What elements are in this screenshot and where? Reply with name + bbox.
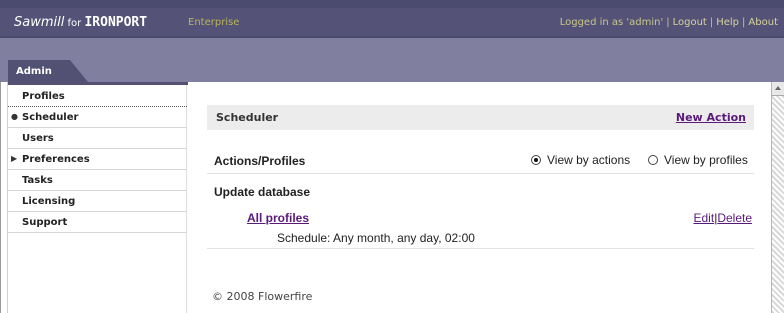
- brand-ironport: IRONPORT: [84, 15, 148, 30]
- copyright: © 2008 Flowerfire: [212, 290, 313, 303]
- sidebar-item-label: Profiles: [22, 91, 65, 102]
- brand-sawmill: Sawmill: [14, 15, 65, 30]
- sidebar-item-label: Preferences: [22, 154, 90, 165]
- sidebar-item-support[interactable]: Support: [8, 212, 187, 233]
- all-profiles-link[interactable]: All profiles: [247, 211, 309, 225]
- sidebar-item-label: Users: [22, 133, 54, 144]
- edit-delete-links: Edit|Delete: [694, 211, 753, 225]
- divider: [207, 248, 754, 249]
- tab-admin-label: Admin: [16, 66, 52, 77]
- expand-arrow-icon[interactable]: ▶: [11, 154, 17, 163]
- schedule-text: Schedule: Any month, any day, 02:00: [277, 231, 475, 245]
- view-by-profiles-option[interactable]: View by profiles: [648, 153, 748, 167]
- sidebar-item-label: Licensing: [22, 196, 76, 207]
- actions-profiles-row: Actions/Profiles View by actions View by…: [207, 152, 754, 174]
- separator: |: [742, 17, 746, 28]
- edition-label: Enterprise: [188, 17, 240, 28]
- view-by-actions-option[interactable]: View by actions: [531, 153, 630, 167]
- logged-in-text: Logged in as 'admin': [559, 17, 664, 28]
- nav-band: [0, 38, 784, 82]
- sidebar: Profiles ● Scheduler Users ▶ Preferences…: [7, 82, 188, 313]
- sidebar-item-scheduler[interactable]: ● Scheduler: [8, 107, 187, 128]
- view-by-profiles-label: View by profiles: [664, 153, 748, 167]
- view-by-actions-label: View by actions: [547, 153, 631, 167]
- radio-view-by-actions[interactable]: [531, 155, 541, 165]
- about-link[interactable]: About: [748, 17, 778, 28]
- new-action-link[interactable]: New Action: [676, 111, 746, 124]
- separator: |: [709, 17, 714, 28]
- user-bar: Logged in as 'admin' | Logout | Help | About: [560, 17, 778, 28]
- sidebar-item-licensing[interactable]: Licensing: [8, 191, 187, 212]
- separator: |: [666, 17, 670, 28]
- sidebar-top-line: [8, 82, 188, 85]
- page-title: Scheduler: [216, 111, 279, 124]
- action-name: Update database: [214, 185, 311, 199]
- logout-link[interactable]: Logout: [673, 17, 707, 28]
- sidebar-item-label: Scheduler: [22, 112, 79, 123]
- sidebar-item-profiles[interactable]: Profiles: [8, 86, 187, 107]
- bullet-icon: ●: [11, 112, 18, 121]
- brand-logo: Sawmill for IRONPORT: [14, 15, 147, 30]
- sidebar-item-users[interactable]: Users: [8, 128, 187, 149]
- radio-view-by-profiles[interactable]: [648, 155, 658, 165]
- actions-profiles-label: Actions/Profiles: [214, 154, 306, 168]
- scheduler-header: Scheduler New Action: [207, 105, 754, 130]
- brand-for: for: [64, 18, 85, 29]
- sidebar-item-label: Support: [22, 217, 68, 228]
- help-link[interactable]: Help: [716, 17, 739, 28]
- sidebar-item-preferences[interactable]: ▶ Preferences: [8, 149, 187, 170]
- edit-link[interactable]: Edit: [694, 211, 715, 225]
- scroll-up-arrow-icon[interactable]: [772, 82, 784, 96]
- delete-link[interactable]: Delete: [717, 211, 752, 225]
- vertical-scrollbar[interactable]: [771, 82, 784, 313]
- sidebar-item-label: Tasks: [22, 175, 53, 186]
- sidebar-item-tasks[interactable]: Tasks: [8, 170, 187, 191]
